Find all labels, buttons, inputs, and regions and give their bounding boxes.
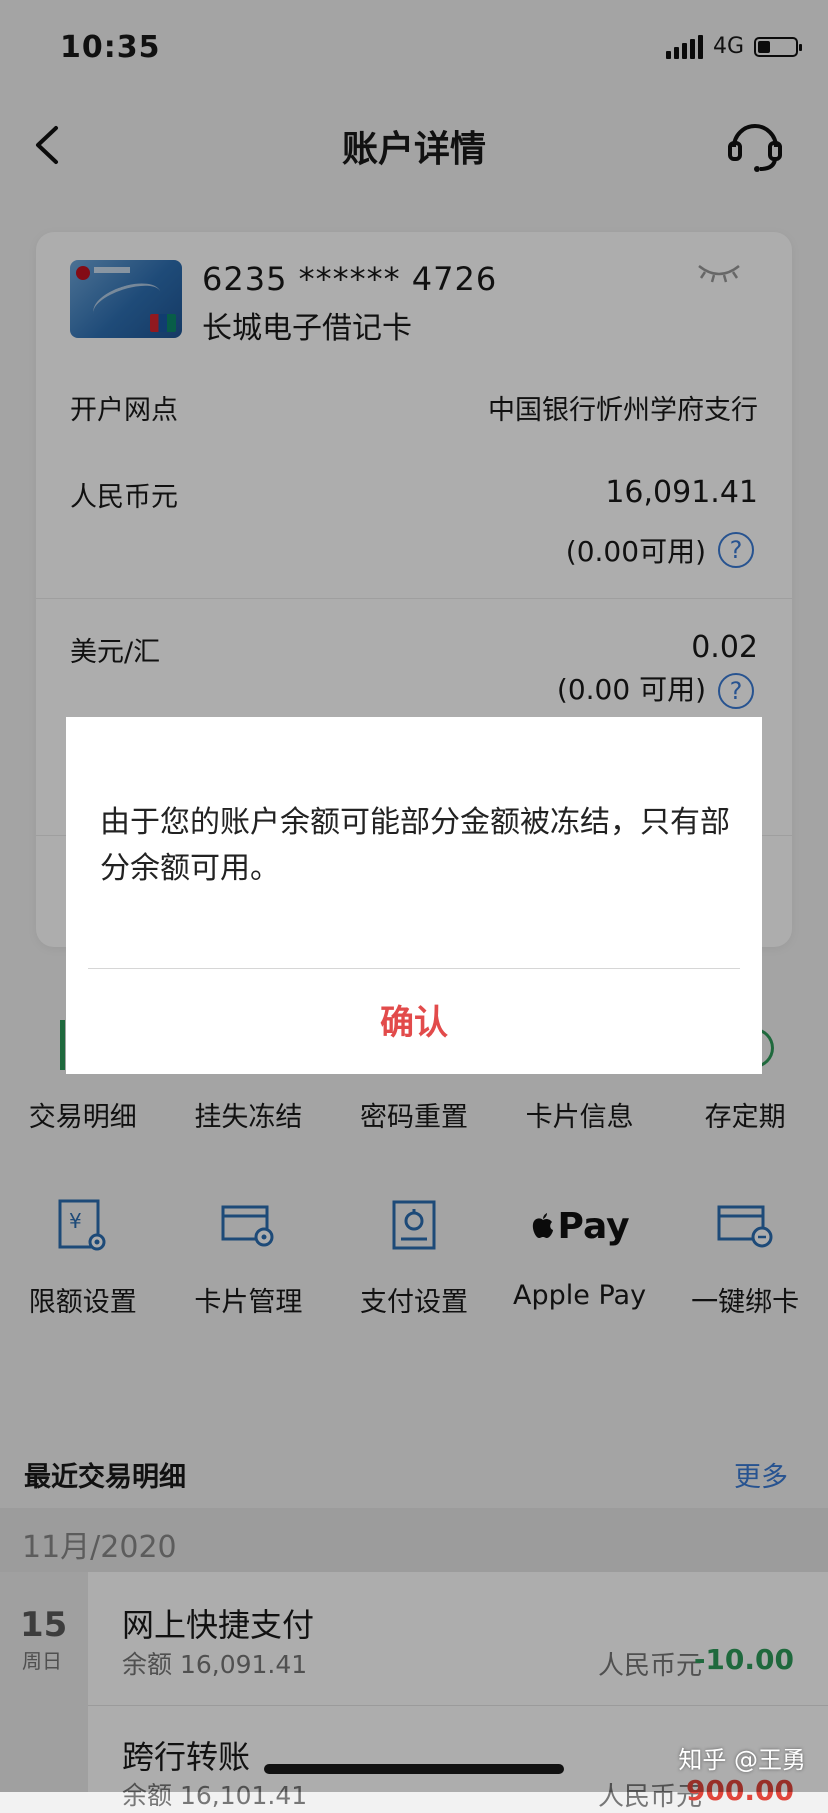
dialog-divider xyxy=(88,968,740,969)
watermark: 知乎 @王勇 xyxy=(678,1746,806,1774)
home-indicator[interactable] xyxy=(264,1764,564,1774)
dialog-message: 由于您的账户余额可能部分金额被冻结，只有部分余额可用。 xyxy=(100,805,730,886)
confirm-button[interactable]: 确认 xyxy=(66,995,762,1044)
